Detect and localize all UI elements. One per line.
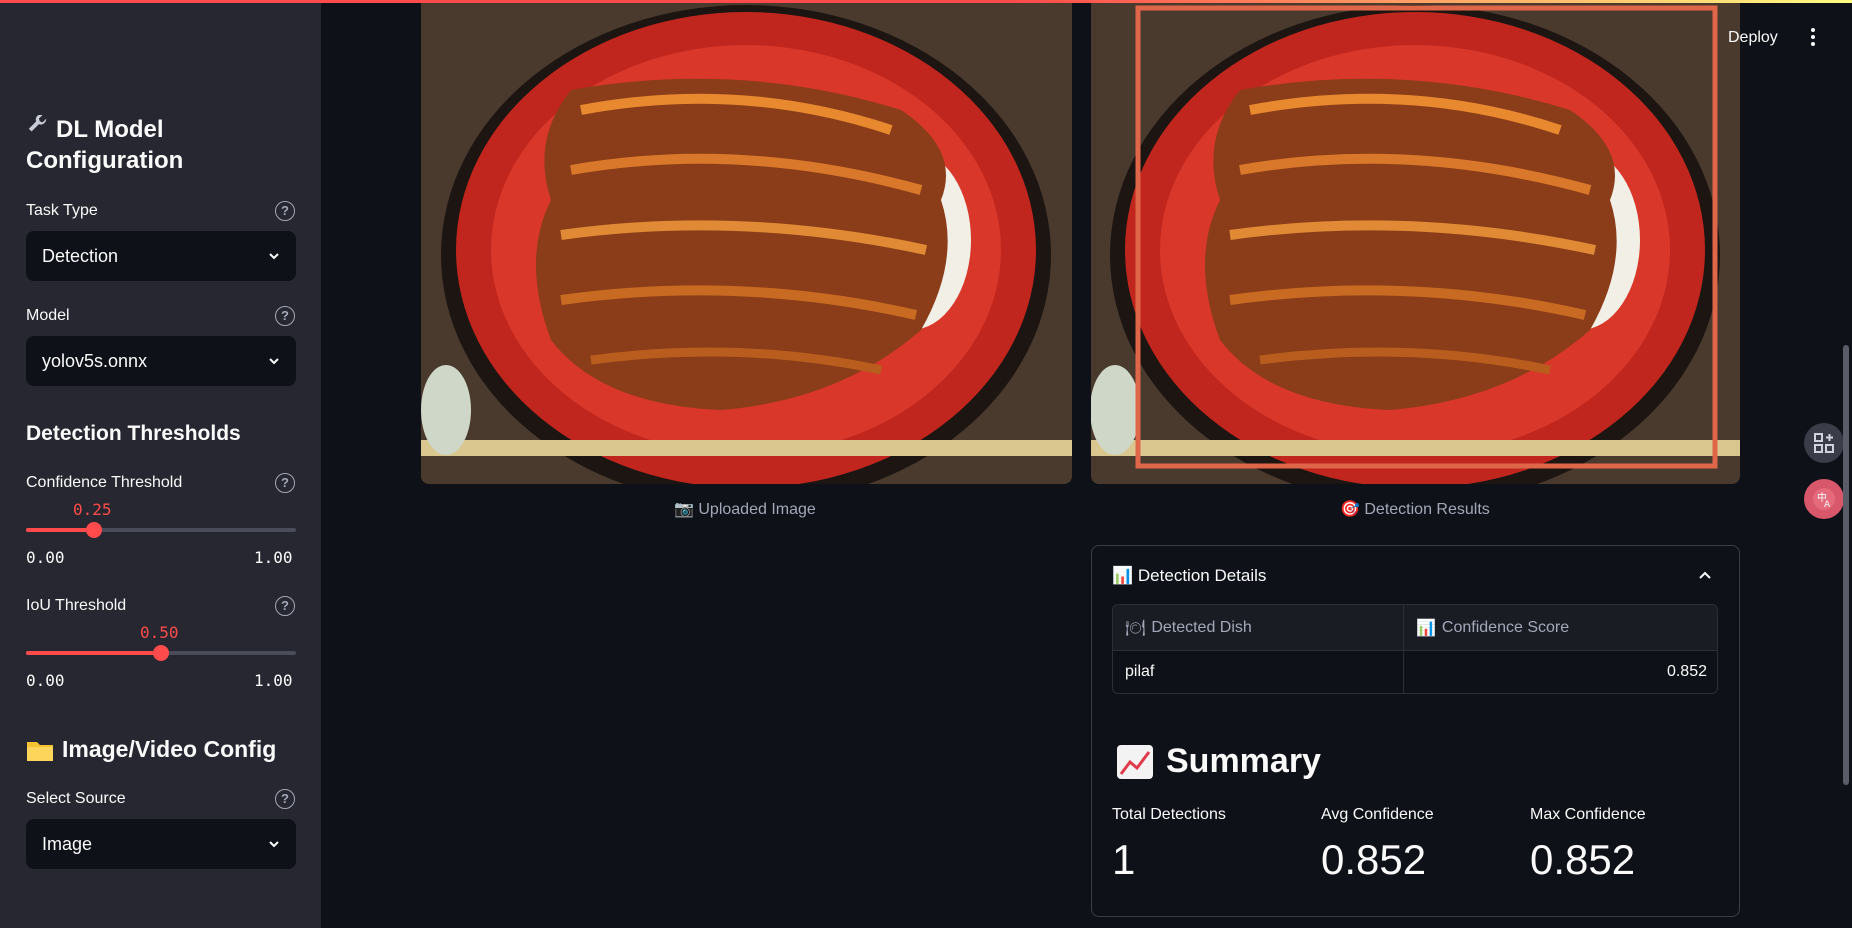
model-value: yolov5s.onnx bbox=[42, 350, 148, 371]
uploaded-image-caption: 📷 Uploaded Image bbox=[674, 501, 816, 518]
iou-slider[interactable] bbox=[26, 645, 296, 661]
slider-max: 1.00 bbox=[254, 548, 293, 567]
help-icon[interactable]: ? bbox=[275, 789, 295, 809]
metric-label: Total Detections bbox=[1112, 806, 1226, 823]
source-value: Image bbox=[42, 833, 93, 854]
task-type-select[interactable]: Detection bbox=[26, 231, 296, 281]
help-icon[interactable]: ? bbox=[275, 201, 295, 221]
metric-value: 1 bbox=[1112, 836, 1136, 883]
sidebar: DL Model Configuration Task Type ? Detec… bbox=[0, 0, 321, 928]
slider-min: 0.00 bbox=[26, 548, 65, 567]
uploaded-image bbox=[421, 0, 1072, 484]
help-icon[interactable]: ? bbox=[275, 473, 295, 493]
summary-heading: Summary bbox=[1116, 742, 1321, 781]
slider-min: 0.00 bbox=[26, 671, 65, 690]
source-heading: Image/Video Config bbox=[26, 736, 276, 763]
target-icon: 🎯 bbox=[1340, 501, 1360, 518]
slider-max: 1.00 bbox=[254, 671, 293, 690]
column-header-dish[interactable]: 🍽 Detected Dish bbox=[1113, 605, 1403, 650]
iou-label: IoU Threshold bbox=[26, 597, 127, 614]
detection-details-header[interactable]: 📊 Detection Details bbox=[1112, 566, 1266, 586]
bar-chart-icon: 📊 bbox=[1416, 619, 1436, 637]
dish-icon: 🍽 bbox=[1125, 619, 1146, 637]
detection-table: 🍽 Detected Dish 📊 Confidence Score pilaf… bbox=[1112, 604, 1718, 694]
scrollbar[interactable] bbox=[1843, 345, 1849, 785]
detection-details-expander: 📊 Detection Details 🍽 Detected Dish 📊 Co… bbox=[1091, 545, 1740, 917]
detection-result-image bbox=[1091, 0, 1740, 484]
more-menu-icon[interactable] bbox=[1810, 28, 1816, 48]
metric-value: 0.852 bbox=[1530, 836, 1636, 883]
chevron-down-icon bbox=[269, 358, 279, 365]
column-header-score[interactable]: 📊 Confidence Score bbox=[1404, 605, 1717, 650]
slider-thumb[interactable] bbox=[153, 645, 169, 661]
wrench-icon bbox=[26, 114, 56, 145]
confidence-value: 0.25 bbox=[73, 500, 112, 519]
task-type-label: Task Type bbox=[26, 202, 98, 219]
top-decoration-bar bbox=[0, 0, 1852, 3]
chevron-down-icon bbox=[269, 253, 279, 260]
trend-chart-icon bbox=[1117, 744, 1153, 779]
table-cell-score[interactable]: 0.852 bbox=[1404, 650, 1717, 693]
source-label: Select Source bbox=[26, 790, 126, 807]
bar-chart-icon: 📊 bbox=[1112, 566, 1134, 585]
slider-fill bbox=[26, 651, 161, 655]
confidence-label: Confidence Threshold bbox=[26, 474, 183, 491]
metric-label: Max Confidence bbox=[1530, 806, 1646, 823]
metric-label: Avg Confidence bbox=[1321, 806, 1434, 823]
slider-thumb[interactable] bbox=[85, 522, 102, 538]
sidebar-title: DL Model Configuration bbox=[26, 114, 184, 174]
confidence-slider[interactable] bbox=[26, 522, 296, 538]
thresholds-heading: Detection Thresholds bbox=[26, 422, 241, 445]
grid-add-icon[interactable] bbox=[1804, 423, 1844, 463]
metric-value: 0.852 bbox=[1321, 836, 1427, 883]
source-select[interactable]: Image bbox=[26, 819, 296, 869]
folder-icon bbox=[27, 741, 53, 761]
slider-fill bbox=[26, 528, 94, 532]
task-type-value: Detection bbox=[42, 245, 119, 266]
help-icon[interactable]: ? bbox=[275, 596, 295, 616]
model-select[interactable]: yolov5s.onnx bbox=[26, 336, 296, 386]
help-icon[interactable]: ? bbox=[275, 306, 295, 326]
chevron-down-icon bbox=[269, 841, 279, 848]
iou-value: 0.50 bbox=[140, 623, 179, 642]
deploy-button[interactable]: Deploy bbox=[1728, 29, 1778, 47]
chevron-up-icon[interactable] bbox=[1698, 568, 1712, 582]
model-label: Model bbox=[26, 307, 70, 324]
table-cell-dish[interactable]: pilaf bbox=[1113, 650, 1403, 693]
svg-text:A: A bbox=[1824, 500, 1831, 510]
translate-icon[interactable]: 中A bbox=[1804, 479, 1844, 519]
camera-icon: 📷 bbox=[674, 501, 694, 518]
detection-results-caption: 🎯 Detection Results bbox=[1340, 501, 1490, 518]
